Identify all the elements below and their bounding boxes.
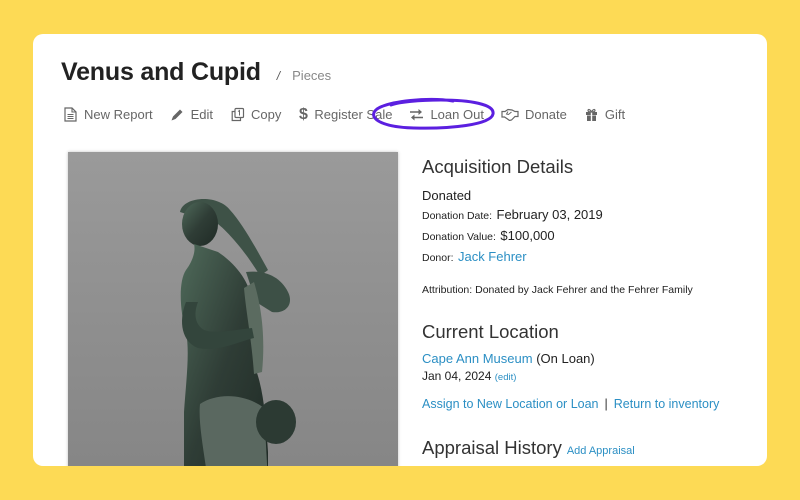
piece-detail-card: Venus and Cupid / Pieces New Report Edit… [33, 34, 767, 466]
current-location-heading: Current Location [422, 321, 559, 342]
page-title: Venus and Cupid [61, 58, 261, 86]
piece-photo[interactable] [68, 152, 398, 466]
location-date: Jan 04, 2024 [422, 369, 492, 383]
copy-icon [230, 107, 245, 122]
appraisal-history-heading: Appraisal History [422, 437, 562, 458]
breadcrumb-separator: / [276, 69, 281, 83]
loan-out-button[interactable]: Loan Out [409, 107, 484, 122]
acquisition-status: Donated [422, 188, 472, 203]
acquisition-heading: Acquisition Details [422, 156, 574, 177]
donation-date-value: February 03, 2019 [496, 207, 603, 222]
document-icon [63, 107, 78, 122]
gift-label: Gift [604, 107, 626, 122]
donate-label: Donate [524, 107, 567, 122]
assign-location-link[interactable]: Assign to New Location or Loan [422, 397, 599, 411]
statue-illustration [180, 198, 296, 466]
gift-button[interactable]: Gift [584, 107, 625, 122]
edit-label: Edit [190, 107, 214, 122]
donation-value-amount: $100,000 [500, 228, 555, 243]
copy-label: Copy [251, 107, 282, 122]
edit-location-date-link[interactable]: (edit) [495, 372, 517, 383]
donate-button[interactable]: Donate [501, 107, 567, 122]
register-sale-button[interactable]: $ Register Sale [298, 105, 393, 123]
dollar-icon: $ [298, 105, 308, 123]
new-report-button[interactable]: New Report [63, 107, 153, 122]
donation-date-row: Donation Date: February 03, 2019 [422, 207, 752, 224]
donation-date-label: Donation Date: [422, 210, 493, 222]
edit-button[interactable]: Edit [170, 107, 213, 122]
gift-icon [584, 107, 599, 122]
attribution-text: Attribution: Donated by Jack Fehrer and … [422, 284, 693, 296]
title-row: Venus and Cupid / Pieces [61, 58, 331, 87]
register-sale-label: Register Sale [314, 107, 393, 122]
handshake-icon [501, 107, 519, 122]
location-status: (On Loan) [536, 351, 595, 366]
loan-out-label: Loan Out [430, 107, 484, 122]
donor-row: Donor: Jack Fehrer [422, 249, 752, 266]
location-link[interactable]: Cape Ann Museum [422, 351, 533, 366]
add-appraisal-link[interactable]: Add Appraisal [567, 445, 635, 457]
donor-link[interactable]: Jack Fehrer [458, 249, 527, 264]
pencil-icon [170, 107, 185, 122]
donor-label: Donor: [422, 252, 454, 264]
donation-value-label: Donation Value: [422, 231, 496, 243]
return-to-inventory-link[interactable]: Return to inventory [614, 397, 720, 411]
location-date-row: Jan 04, 2024 (edit) [422, 369, 752, 383]
details-panel: Acquisition Details Donated Donation Dat… [422, 156, 752, 459]
location-row: Cape Ann Museum (On Loan) [422, 351, 752, 366]
new-report-label: New Report [84, 107, 153, 122]
copy-button[interactable]: Copy [230, 107, 281, 122]
donation-value-row: Donation Value: $100,000 [422, 228, 752, 245]
action-toolbar: New Report Edit Copy $ Register Sale Loa… [63, 105, 642, 123]
breadcrumb-pieces[interactable]: Pieces [292, 68, 331, 83]
appraisal-header: Appraisal History Add Appraisal [422, 437, 752, 459]
swap-arrows-icon [409, 107, 424, 122]
actions-separator: | [604, 397, 608, 411]
location-actions: Assign to New Location or Loan | Return to… [422, 397, 752, 411]
